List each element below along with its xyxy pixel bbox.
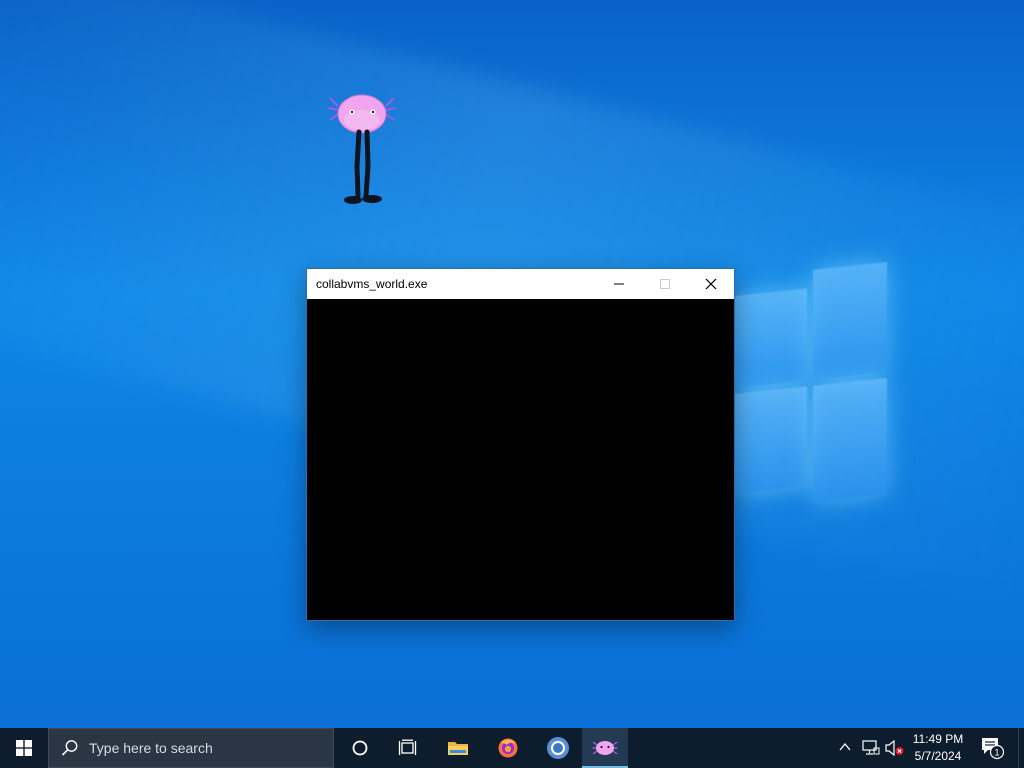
window-titlebar[interactable]: collabvms_world.exe <box>307 269 734 299</box>
network-icon[interactable] <box>862 740 880 756</box>
start-button[interactable] <box>0 728 48 768</box>
minimize-button[interactable] <box>596 269 642 299</box>
close-icon <box>705 278 717 290</box>
close-button[interactable] <box>688 269 734 299</box>
cortana-icon <box>352 740 368 756</box>
window-title: collabvms_world.exe <box>316 277 428 291</box>
firefox-button[interactable] <box>484 728 532 768</box>
notification-icon: 1 <box>982 738 1005 760</box>
taskbar-search-box[interactable]: Type here to search <box>48 728 334 768</box>
chrome-icon <box>547 737 569 759</box>
minimize-icon <box>614 283 624 285</box>
maximize-button[interactable] <box>642 269 688 299</box>
clock-date: 5/7/2024 <box>914 749 962 763</box>
task-view-button[interactable] <box>384 728 432 768</box>
clock-time: 11:49 PM <box>912 732 964 746</box>
folder-icon <box>448 742 468 755</box>
search-placeholder: Type here to search <box>89 740 213 756</box>
volume-muted-icon[interactable] <box>885 740 905 756</box>
firefox-icon <box>498 738 518 758</box>
show-hidden-icons-chevron-icon[interactable] <box>838 740 852 754</box>
notification-count-badge: 1 <box>994 748 999 758</box>
windows-logo-wallpaper <box>735 262 887 510</box>
windows-start-icon <box>16 740 32 756</box>
window-client-area[interactable] <box>307 299 734 620</box>
search-icon <box>61 740 78 756</box>
action-center-button[interactable]: 1 <box>980 736 1006 764</box>
task-view-icon <box>398 739 417 755</box>
axolotl-icon <box>592 741 618 755</box>
file-explorer-button[interactable] <box>434 728 482 768</box>
desktop: collabvms_world.exe <box>0 0 1024 728</box>
show-desktop-button[interactable] <box>1018 728 1024 768</box>
maximize-icon <box>660 279 670 289</box>
cortana-button[interactable] <box>336 728 384 768</box>
app-window[interactable]: collabvms_world.exe <box>306 268 735 621</box>
collabvms-world-taskbar-button[interactable] <box>582 728 628 768</box>
chrome-button[interactable] <box>534 728 582 768</box>
taskbar: Type here to search 11:49 PM 5/7/2024 1 <box>0 728 1024 768</box>
taskbar-clock[interactable]: 11:49 PM 5/7/2024 <box>906 731 970 765</box>
axolotl-pet[interactable] <box>326 88 398 208</box>
